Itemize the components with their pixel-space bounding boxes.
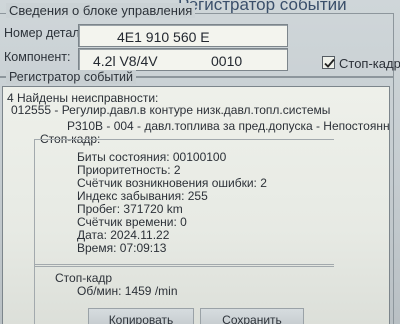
component-value: 4.2l V8/4V <box>93 53 158 69</box>
fault-list[interactable]: 4 Найдены неисправности: 012555 - Регули… <box>2 86 390 324</box>
freeze-frame-details: Биты состояния: 00100100 Приоритетность:… <box>34 139 334 267</box>
mileage: Пробег: 371720 km <box>77 202 183 216</box>
freeze-frame-2-label: Стоп-кадр <box>55 271 113 285</box>
freeze-frame-label: Стоп-кадр <box>339 56 400 71</box>
freeze-frame-checkbox[interactable] <box>322 56 335 69</box>
fault-code-line: P310B - 004 - давл.топлива за пред.допус… <box>67 119 390 133</box>
save-button[interactable]: Сохранить <box>200 308 304 324</box>
forget-index: Индекс забывания: 255 <box>77 189 208 203</box>
event-recorder-group-label: Регистратор событий <box>6 70 137 84</box>
component-code: 0010 <box>211 53 243 69</box>
part-number-value: 4E1 910 560 E <box>117 29 210 45</box>
copy-button[interactable]: Копировать <box>88 308 194 324</box>
status-bits: Биты состояния: 00100100 <box>77 150 227 164</box>
event-recorder-window: Регистратор событий Сведения о блоке упр… <box>0 0 400 324</box>
time: Время: 07:09:13 <box>77 241 167 255</box>
occurrence-counter: Счётчик возникновения ошибки: 2 <box>77 176 267 190</box>
rpm: Об/мин: 1459 /min <box>77 284 178 298</box>
part-number-field[interactable]: 4E1 910 560 E <box>78 24 288 47</box>
priority: Приоритетность: 2 <box>77 163 181 177</box>
control-unit-group-label: Сведения о блоке управления <box>6 3 196 18</box>
time-counter: Счётчик времени: 0 <box>77 215 187 229</box>
date: Дата: 2024.11.22 <box>77 228 170 242</box>
component-label: Компонент: <box>4 50 71 64</box>
checkmark-icon <box>324 58 335 68</box>
fault-title: 012555 - Регулир.давл.в контуре низк.дав… <box>11 103 331 117</box>
component-field[interactable]: 4.2l V8/4V 0010 <box>78 48 288 71</box>
